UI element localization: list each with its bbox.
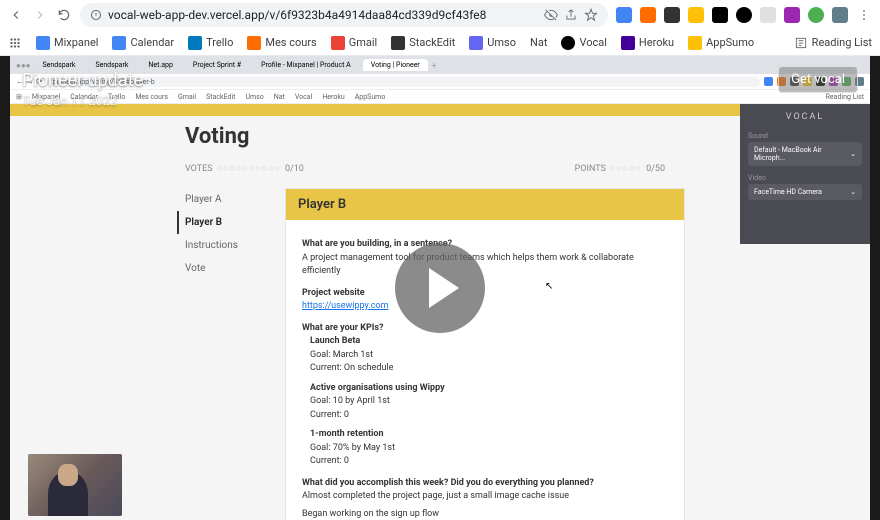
video-label: Video [748, 174, 862, 182]
browser-toolbar: vocal-web-app-dev.vercel.app/v/6f9323b4a… [0, 0, 880, 30]
address-bar[interactable]: vocal-web-app-dev.vercel.app/v/6f9323b4a… [80, 3, 608, 27]
sound-label: Sound [748, 132, 862, 140]
bookmark-item[interactable]: Vocal [561, 36, 606, 50]
video-select[interactable]: FaceTime HD Camera⌄ [748, 184, 862, 200]
inner-tab-active: Voting | Pioneer [363, 59, 428, 71]
webcam-preview[interactable] [28, 454, 122, 516]
share-icon[interactable] [564, 8, 578, 22]
question: What are you building, in a sentence? [302, 238, 668, 252]
question: What are your KPIs? [302, 322, 668, 336]
ext-icon[interactable] [784, 7, 800, 23]
kpi-goal: Goal: 10 by April 1st [310, 395, 668, 409]
chevron-down-icon: ⌄ [850, 150, 856, 158]
ext-icon[interactable] [688, 7, 704, 23]
ext-icon[interactable] [664, 7, 680, 23]
cursor-icon: ↖ [545, 281, 553, 292]
ext-icon[interactable] [640, 7, 656, 23]
bookmark-item[interactable]: Trello [188, 36, 233, 50]
extensions-area [616, 7, 872, 23]
vocal-settings-panel: VOCAL Sound Default - MacBook Air Microp… [740, 104, 870, 244]
url-text: vocal-web-app-dev.vercel.app/v/6f9323b4a… [108, 8, 538, 22]
menu-button[interactable] [856, 7, 872, 23]
kpi-goal: Goal: 70% by May 1st [310, 442, 668, 456]
play-button[interactable] [395, 243, 485, 333]
kpi-title: 1-month retention [310, 428, 668, 442]
kpi-title: Active organisations using Wippy [310, 382, 668, 396]
back-button[interactable] [8, 7, 24, 23]
sound-select[interactable]: Default - MacBook Air Microph...⌄ [748, 142, 862, 166]
star-icon[interactable] [584, 8, 598, 22]
bookmark-item[interactable]: Mixpanel [36, 36, 98, 50]
get-vocal-button[interactable]: Get vocal [778, 66, 858, 93]
kpi-current: Current: 0 [310, 455, 668, 469]
sidebar-item-vote[interactable]: Vote [185, 257, 285, 280]
forward-button[interactable] [32, 7, 48, 23]
bookmark-item[interactable]: StackEdit [391, 36, 455, 50]
bookmark-item[interactable]: Nat [530, 36, 547, 49]
kpi-title: Launch Beta [310, 335, 668, 349]
site-info-icon [90, 9, 102, 21]
sidebar-item-player-a[interactable]: Player A [185, 188, 285, 211]
project-website-link[interactable]: https://usewippy.com [302, 301, 388, 311]
kpi-goal: Goal: March 1st [310, 349, 668, 363]
ext-icon[interactable] [712, 7, 728, 23]
video-player-area: Pioneer update Tue Jan 11 2022 Get vocal… [0, 56, 880, 520]
question: Project website [302, 287, 668, 301]
eye-off-icon[interactable] [544, 8, 558, 22]
ext-icon[interactable] [736, 7, 752, 23]
inner-tab: Net.app [140, 59, 181, 71]
sidebar-item-instructions[interactable]: Instructions [185, 234, 285, 257]
inner-tab: Profile - Mixpanel | Product A [253, 59, 359, 71]
answer: Began working on the sign up flow [302, 508, 668, 520]
puzzle-icon[interactable] [832, 7, 848, 23]
bookmark-item[interactable]: Umso [469, 36, 516, 50]
chevron-down-icon: ⌄ [850, 188, 856, 196]
bookmark-item[interactable]: Calendar [112, 36, 174, 50]
voting-sidebar: Player A Player B Instructions Vote [185, 188, 285, 520]
video-title: Pioneer update [22, 70, 143, 91]
sidebar-item-player-b[interactable]: Player B [177, 211, 285, 234]
player-detail-panel: Player B What are you building, in a sen… [285, 188, 685, 520]
vocal-logo: VOCAL [748, 112, 862, 122]
ext-icon[interactable] [616, 7, 632, 23]
play-icon [429, 268, 459, 308]
bookmark-item[interactable]: Mes cours [247, 36, 316, 50]
ext-icon[interactable] [760, 7, 776, 23]
inner-tab: Project Sprint # [185, 59, 249, 71]
answer: A project management tool for product te… [302, 252, 668, 279]
apps-button[interactable] [8, 36, 22, 50]
bookmark-item[interactable]: AppSumo [688, 36, 754, 50]
answer: Almost completed the project page, just … [302, 490, 668, 504]
bookmark-item[interactable]: Gmail [331, 36, 377, 50]
page-title: Voting [185, 124, 685, 149]
bookmark-item[interactable]: Heroku [621, 36, 674, 50]
stats-row: VOTES ○○○○○○○○○○ 0/10 POINTS ○○○○○ 0/50 [185, 163, 685, 174]
inner-bookmarks-bar: ⊞ Mixpanel Calendar Trello Mes cours Gma… [10, 90, 870, 104]
reload-button[interactable] [56, 7, 72, 23]
panel-header: Player B [286, 189, 684, 220]
ext-icon[interactable] [808, 7, 824, 23]
question: What did you accomplish this week? Did y… [302, 477, 668, 491]
reading-list[interactable]: Reading List [794, 36, 872, 50]
kpi-current: Current: 0 [310, 409, 668, 423]
kpi-current: Current: On schedule [310, 362, 668, 376]
video-date: Tue Jan 11 2022 [22, 94, 117, 109]
bookmarks-bar: Mixpanel Calendar Trello Mes cours Gmail… [0, 30, 880, 56]
